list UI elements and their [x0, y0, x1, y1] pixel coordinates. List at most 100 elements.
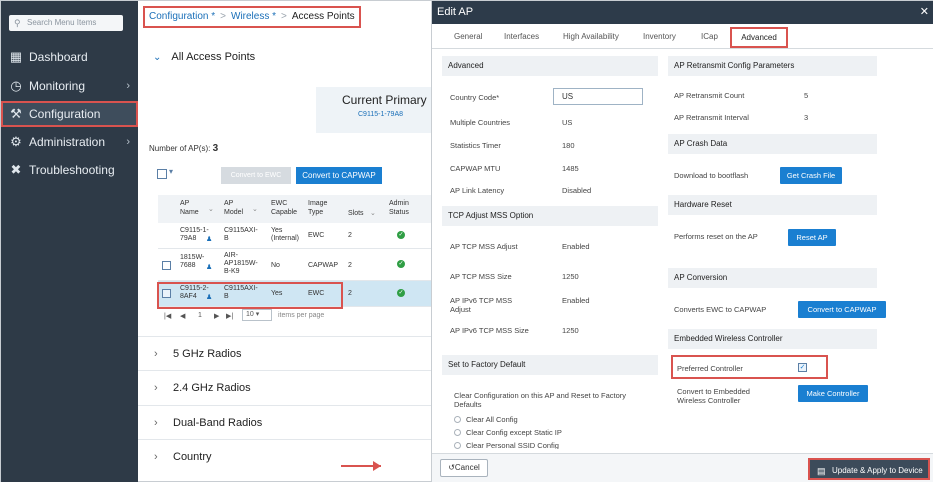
tab-high-availability[interactable]: High Availability — [563, 32, 619, 41]
update-apply-button[interactable]: ▤ Update & Apply to Device — [808, 458, 930, 480]
breadcrumb-separator: > — [220, 11, 226, 22]
tab-advanced[interactable]: Advanced — [730, 27, 788, 48]
close-icon[interactable]: ✕ — [920, 1, 929, 24]
row-checkbox[interactable] — [162, 261, 171, 270]
reset-ap-button[interactable]: Reset AP — [788, 229, 836, 246]
tab-divider — [432, 48, 933, 49]
person-icon: ♟ — [206, 236, 213, 243]
sort-icon[interactable]: ⌄ — [370, 209, 376, 218]
chevron-right-icon: › — [154, 451, 158, 463]
dialog-title: Edit AP — [437, 6, 474, 18]
last-page-icon[interactable]: ▶| — [226, 312, 233, 320]
search-placeholder: Search Menu Items — [27, 18, 97, 27]
sidebar-item-administration[interactable]: ⚙ Administration › — [1, 130, 138, 154]
chevron-right-icon: › — [154, 348, 158, 360]
section-ap-conversion: AP Conversion — [668, 268, 877, 288]
sidebar-item-label: Monitoring — [29, 79, 86, 93]
table-row[interactable]: C9115-1-79A8 ♟ C9115AXI-B Yes (Internal)… — [158, 223, 434, 249]
convert-to-capwap-button-dialog[interactable]: Convert to CAPWAP — [798, 301, 886, 318]
ipv6-mss-size-value: 1250 — [562, 326, 579, 335]
multiple-countries-label: Multiple Countries — [450, 118, 511, 127]
sidebar-item-label: Troubleshooting — [29, 163, 115, 177]
breadcrumb-wireless[interactable]: Wireless * — [231, 11, 276, 22]
country-code-field[interactable]: US — [553, 88, 643, 105]
convert-to-ewc-label: Convert to Embedded Wireless Controller — [677, 387, 750, 405]
accordion-label: 2.4 GHz Radios — [173, 382, 251, 394]
section-factory-default: Set to Factory Default — [442, 355, 658, 375]
all-aps-header[interactable]: ⌄ All Access Points — [153, 51, 255, 63]
dashboard-icon: ▦ — [9, 49, 23, 64]
dialog-header: Edit AP ✕ — [432, 1, 933, 24]
radio-clear-personal-ssid[interactable] — [454, 442, 461, 449]
breadcrumb-configuration[interactable]: Configuration * — [149, 11, 215, 22]
accordion-5ghz[interactable]: › 5 GHz Radios — [138, 336, 434, 370]
radio-clear-all[interactable] — [454, 416, 461, 423]
section-crash-data: AP Crash Data — [668, 134, 877, 154]
multiple-countries-value: US — [562, 118, 573, 127]
clear-personal-ssid-label: Clear Personal SSID Config — [466, 441, 559, 449]
search-input[interactable]: ⚲ Search Menu Items — [9, 15, 123, 31]
next-page-icon[interactable]: ▶ — [214, 312, 219, 320]
current-primary-panel: Current Primary C9115-1-79A8 — [316, 87, 434, 133]
tab-general[interactable]: General — [454, 32, 482, 41]
sidebar-item-configuration[interactable]: ⚒ Configuration — [1, 101, 138, 127]
accordion-label: Dual-Band Radios — [173, 417, 263, 429]
sidebar-item-dashboard[interactable]: ▦ Dashboard — [1, 45, 138, 69]
column-header[interactable]: EWC Capable — [271, 199, 301, 217]
get-crash-file-button[interactable]: Get Crash File — [780, 167, 842, 184]
tcp-mss-adjust-value: Enabled — [562, 242, 590, 251]
edit-ap-dialog: Edit AP ✕ General Interfaces High Availa… — [431, 1, 933, 482]
chevron-down-icon[interactable]: ▾ — [169, 167, 173, 176]
tab-interfaces[interactable]: Interfaces — [504, 32, 539, 41]
select-all-checkbox[interactable] — [157, 169, 167, 179]
current-primary-title: Current Primary — [342, 93, 427, 107]
sort-icon[interactable]: ⌄ — [208, 205, 214, 214]
ipv6-mss-adjust-label: AP IPv6 TCP MSS Adjust — [450, 296, 513, 314]
table-row[interactable]: 1815W-7688 ♟ AIR-AP1815W-B-K9 No CAPWAP … — [158, 249, 434, 281]
preferred-controller-checkbox[interactable]: ✓ — [798, 363, 807, 372]
chevron-right-icon: › — [126, 136, 130, 148]
image-type: EWC — [308, 232, 325, 239]
page-size-select[interactable]: 10 ▾ — [242, 309, 272, 321]
column-header[interactable]: Admin Status — [389, 199, 415, 217]
tcp-mss-adjust-label: AP TCP MSS Adjust — [450, 242, 518, 251]
statistics-timer-value: 180 — [562, 141, 575, 150]
column-header[interactable]: AP Model — [224, 199, 252, 217]
accordion-24ghz[interactable]: › 2.4 GHz Radios — [138, 370, 434, 404]
slots: 2 — [348, 262, 352, 269]
sidebar-item-monitoring[interactable]: ◷ Monitoring › — [1, 74, 138, 98]
sort-icon[interactable]: ⌄ — [252, 205, 258, 214]
sidebar-item-label: Dashboard — [29, 50, 88, 64]
chevron-right-icon: › — [126, 80, 130, 92]
tab-icap[interactable]: ICap — [701, 32, 718, 41]
page-number[interactable]: 1 — [198, 312, 202, 319]
sidebar-item-troubleshooting[interactable]: ✖ Troubleshooting — [1, 158, 138, 182]
capwap-mtu-label: CAPWAP MTU — [450, 164, 501, 173]
column-header[interactable]: Image Type — [308, 199, 338, 217]
tab-inventory[interactable]: Inventory — [643, 32, 676, 41]
save-icon: ▤ — [817, 466, 826, 476]
make-controller-button[interactable]: Make Controller — [798, 385, 868, 402]
page-size-label: items per page — [278, 312, 325, 319]
section-ewc: Embedded Wireless Controller — [668, 329, 877, 349]
radio-clear-except-ip[interactable] — [454, 429, 461, 436]
first-page-icon[interactable]: |◀ — [164, 312, 171, 320]
gear-icon: ⚙ — [10, 134, 22, 149]
prev-page-icon[interactable]: ◀ — [180, 312, 185, 320]
section-advanced: Advanced — [442, 56, 658, 76]
country-code-label: Country Code* — [450, 93, 500, 102]
conversion-label: Converts EWC to CAPWAP — [674, 305, 767, 314]
convert-to-capwap-button[interactable]: Convert to CAPWAP — [296, 167, 382, 184]
accordion-country[interactable]: › Country — [138, 439, 434, 473]
accordion-dual-band[interactable]: › Dual-Band Radios — [138, 405, 434, 439]
accordion-label: Country — [173, 451, 212, 463]
current-primary-ap[interactable]: C9115-1-79A8 — [342, 111, 434, 118]
column-header[interactable]: AP Name — [180, 199, 204, 217]
column-header[interactable]: Slots — [348, 209, 364, 218]
ewc-capable: No — [271, 262, 280, 269]
sidebar-item-label: Administration — [29, 135, 106, 149]
cancel-button[interactable]: ↺Cancel — [440, 459, 488, 477]
ewc-capable: Yes (Internal) — [271, 227, 300, 242]
convert-to-ewc-button[interactable]: Convert to EWC — [221, 167, 291, 184]
all-aps-title: All Access Points — [171, 51, 256, 63]
